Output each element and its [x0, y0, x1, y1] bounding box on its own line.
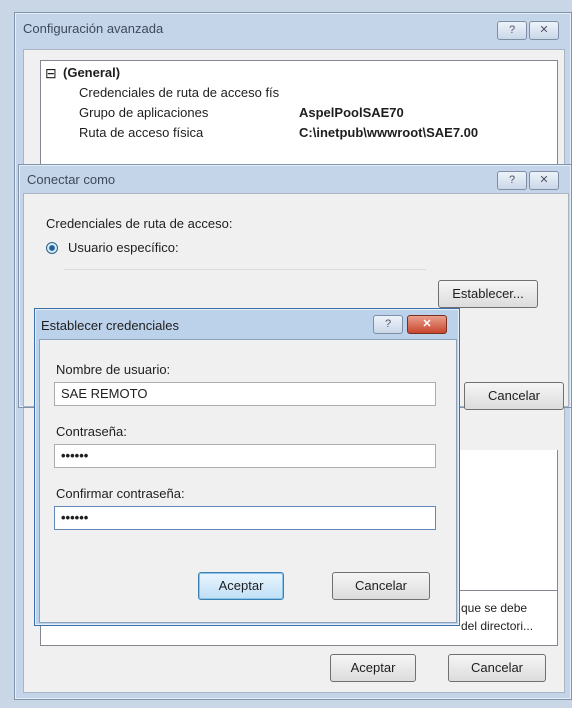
password-input[interactable]: •••••• — [54, 444, 436, 468]
confirm-password-input[interactable]: •••••• — [54, 506, 436, 530]
set-credentials-title: Establecer credenciales — [41, 318, 180, 333]
confirm-password-label: Confirmar contraseña: — [56, 486, 185, 501]
help-icon[interactable]: ? — [497, 171, 527, 190]
credentials-path-label: Credenciales de ruta de acceso: — [46, 216, 233, 231]
specific-user-label[interactable]: Usuario específico: — [68, 240, 179, 255]
advanced-ok-button[interactable]: Aceptar — [330, 654, 416, 682]
connect-as-title: Conectar como — [27, 172, 116, 187]
advanced-cancel-button[interactable]: Cancelar — [448, 654, 546, 682]
set-credentials-ok-button[interactable]: Aceptar — [198, 572, 284, 600]
close-icon[interactable]: ✕ — [407, 315, 447, 334]
set-credentials-cancel-button[interactable]: Cancelar — [332, 572, 430, 600]
specific-user-field — [64, 269, 426, 270]
help-icon[interactable]: ? — [497, 21, 527, 40]
property-name[interactable]: Grupo de aplicaciones — [79, 105, 208, 120]
close-icon[interactable]: ✕ — [529, 171, 559, 190]
password-label: Contraseña: — [56, 424, 127, 439]
advanced-settings-title: Configuración avanzada — [23, 21, 164, 36]
username-input[interactable]: SAE REMOTO — [54, 382, 436, 406]
description-text: que se debe — [461, 601, 528, 615]
property-value[interactable]: C:\inetpub\wwwroot\SAE7.00 — [299, 125, 478, 140]
help-icon[interactable]: ? — [373, 315, 403, 334]
description-text: del directori... — [461, 619, 534, 633]
property-value[interactable]: AspelPoolSAE70 — [299, 105, 404, 120]
set-credentials-button[interactable]: Establecer... — [438, 280, 538, 308]
radio-selected-icon[interactable] — [46, 242, 58, 254]
close-icon[interactable]: ✕ — [529, 21, 559, 40]
set-credentials-client: Nombre de usuario: SAE REMOTO Contraseña… — [39, 339, 457, 623]
collapse-icon[interactable]: ⊟ — [45, 65, 57, 82]
property-name[interactable]: Credenciales de ruta de acceso fís — [79, 85, 279, 100]
connect-cancel-button[interactable]: Cancelar — [464, 382, 564, 410]
property-name[interactable]: Ruta de acceso física — [79, 125, 203, 140]
general-section-header: (General) — [63, 65, 121, 80]
username-label: Nombre de usuario: — [56, 362, 171, 377]
set-credentials-window: Establecer credenciales ? ✕ Nombre de us… — [34, 308, 460, 626]
property-grid: ⊟ (General) Credenciales de ruta de acce… — [40, 60, 558, 170]
